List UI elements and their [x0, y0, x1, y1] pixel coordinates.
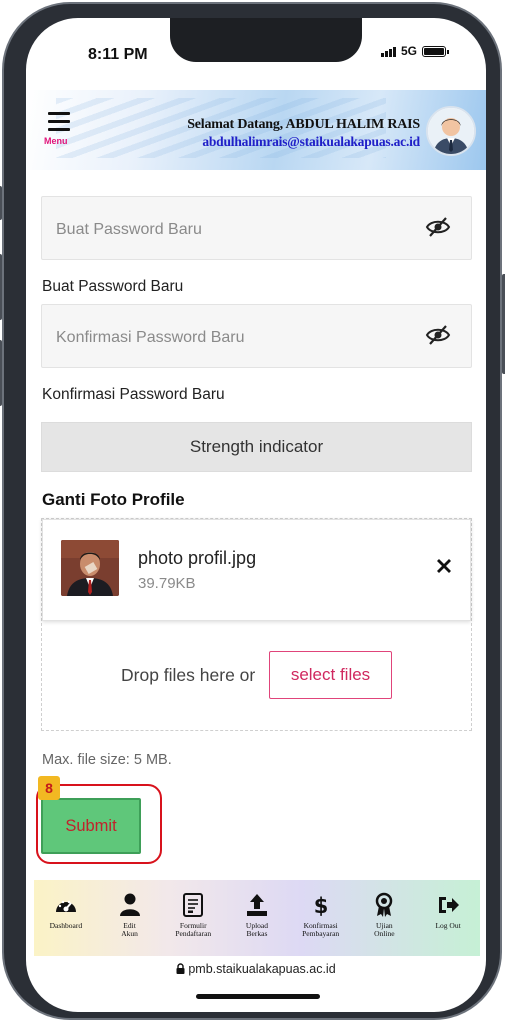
nav-label: Formulir Pendaftaran: [175, 921, 212, 938]
welcome-text: Selamat Datang, ABDUL HALIM RAIS: [187, 117, 420, 132]
nav-item-ujian[interactable]: Ujian Online: [356, 892, 412, 938]
nav-label: Edit Akun: [121, 921, 138, 938]
hamburger-icon-bar: [48, 120, 70, 123]
nav-item-edit-akun[interactable]: Edit Akun: [102, 892, 158, 938]
drop-files-text: Drop files here or: [121, 665, 256, 685]
svg-text:$: $: [313, 894, 328, 918]
close-icon: [437, 559, 451, 573]
user-email: abdulhalimrais@staikualakapuas.ac.id: [202, 134, 420, 149]
file-size: 39.79KB: [138, 575, 196, 592]
step-badge: 8: [38, 776, 60, 800]
battery-icon: [422, 45, 449, 57]
menu-button[interactable]: Menu: [44, 112, 74, 146]
submit-button[interactable]: Submit: [41, 798, 141, 854]
new-password-placeholder: Buat Password Baru: [56, 221, 202, 238]
user-avatar-icon: [428, 108, 474, 154]
photo-section-title: Ganti Foto Profile: [42, 490, 185, 509]
url-text: pmb.staikualakapuas.ac.id: [188, 962, 336, 976]
nav-item-logout[interactable]: Log Out: [420, 892, 476, 930]
logout-icon: [439, 897, 460, 913]
nav-label: Konfirmasi Pembayaran: [302, 921, 340, 938]
file-dropzone[interactable]: photo profil.jpg 39.79KB Drop files here…: [41, 518, 472, 731]
welcome-block: Selamat Datang, ABDUL HALIM RAIS abdulha…: [187, 117, 420, 150]
status-indicators: 5G: [380, 44, 449, 58]
eye-slash-icon[interactable]: [425, 324, 451, 346]
hamburger-icon-bar: [48, 128, 70, 131]
upload-icon: [246, 894, 267, 916]
new-password-field[interactable]: Buat Password Baru: [41, 196, 472, 260]
menu-label: Menu: [44, 136, 68, 146]
hamburger-icon: [48, 112, 70, 115]
photo-thumbnail-image: [61, 540, 119, 596]
photo-thumbnail: [61, 540, 119, 596]
lock-icon: [176, 963, 185, 974]
app-header: Menu Selamat Datang, ABDUL HALIM RAIS ab…: [26, 90, 486, 170]
award-icon: [376, 892, 393, 917]
eye-slash-icon[interactable]: [425, 216, 451, 238]
bottom-navigation: Dashboard Edit Akun Formulir Pendaftaran: [34, 880, 480, 956]
network-type: 5G: [400, 44, 417, 58]
form-icon: [183, 893, 204, 917]
home-indicator[interactable]: [196, 994, 320, 999]
nav-item-formulir[interactable]: Formulir Pendaftaran: [165, 892, 221, 938]
nav-label: Log Out: [435, 921, 461, 930]
nav-label: Upload Berkas: [245, 921, 268, 938]
nav-item-dashboard[interactable]: Dashboard: [38, 892, 94, 930]
avatar[interactable]: [426, 106, 476, 156]
dollar-icon: $: [313, 894, 328, 918]
nav-item-konfirmasi[interactable]: $ Konfirmasi Pembayaran: [293, 892, 349, 938]
strength-indicator: Strength indicator: [41, 422, 472, 472]
confirm-password-placeholder: Konfirmasi Password Baru: [56, 329, 245, 346]
mute-switch: [0, 186, 2, 220]
signal-icon: [380, 46, 396, 57]
status-time: 8:11 PM: [88, 46, 148, 63]
volume-down-button: [0, 340, 2, 406]
remove-file-button[interactable]: [436, 554, 452, 580]
file-name: photo profil.jpg: [138, 548, 257, 568]
new-password-label: Buat Password Baru: [42, 278, 184, 295]
nav-item-upload[interactable]: Upload Berkas: [229, 892, 285, 938]
confirm-password-label: Konfirmasi Password Baru: [42, 386, 225, 403]
nav-label: Ujian Online: [374, 921, 395, 938]
dashboard-icon: [55, 900, 76, 912]
confirm-password-field[interactable]: Konfirmasi Password Baru: [41, 304, 472, 368]
uploaded-file-card: photo profil.jpg 39.79KB: [42, 519, 471, 621]
browser-url-bar[interactable]: pmb.staikualakapuas.ac.id: [26, 962, 486, 976]
phone-screen: 8:11 PM 5G Menu Selamat Datang, ABDUL HA…: [26, 18, 486, 1012]
phone-frame: 8:11 PM 5G Menu Selamat Datang, ABDUL HA…: [0, 2, 505, 1020]
nav-label: Dashboard: [49, 921, 83, 930]
user-icon: [119, 893, 140, 916]
volume-up-button: [0, 254, 2, 320]
max-file-size-text: Max. file size: 5 MB.: [42, 752, 172, 768]
select-files-button[interactable]: select files: [269, 651, 392, 699]
notch: [170, 18, 362, 62]
